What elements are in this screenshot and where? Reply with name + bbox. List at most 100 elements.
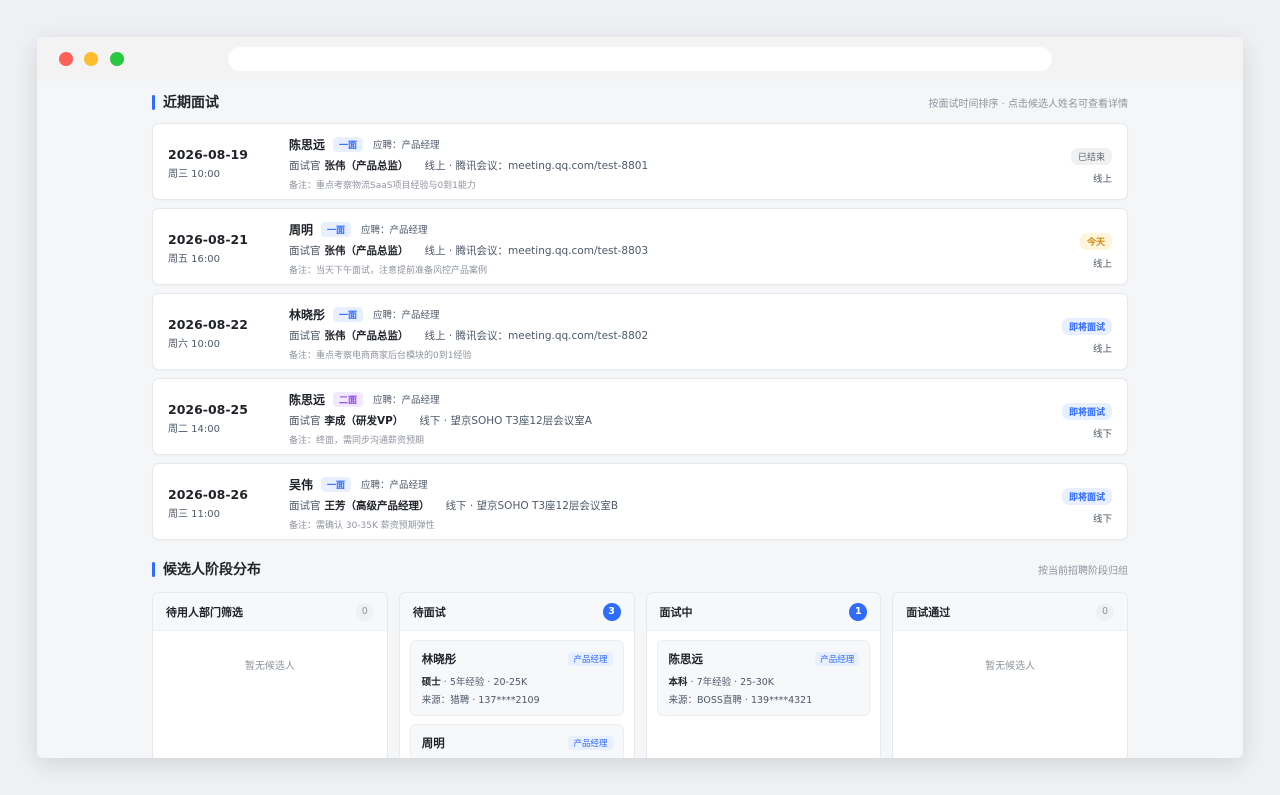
interview-datetime: 2026-08-22 周六 10:00	[168, 317, 248, 350]
stage-column-header: 待用人部门筛选 0	[153, 593, 387, 631]
stage-column: 待面试 3 林晓彤 产品经理 硕士 · 5年经验 · 20-25K 来源：猎聘 · 137…	[398, 592, 635, 758]
position-tag: 产品经理	[568, 736, 613, 750]
stage-column-title: 面试中	[659, 605, 693, 619]
interview-datetime: 2026-08-21 周五 16:00	[168, 232, 248, 265]
candidate-degree: 硕士	[421, 677, 441, 688]
interview-time: 周三 10:00	[168, 169, 220, 180]
interview-status-area: 即将面试 线下	[1061, 485, 1112, 525]
interview-candidate-row: 陈思远 二面 应聘：产品经理	[289, 391, 1029, 407]
interviewer-label: 面试官	[289, 159, 321, 172]
empty-state-text: 暂无候选人	[985, 661, 1036, 672]
stage-column-title: 面试通过	[906, 605, 951, 619]
stage-column-title: 待面试	[412, 605, 446, 619]
interview-datetime: 2026-08-25 周二 14:00	[168, 402, 248, 435]
interview-time: 周六 10:00	[168, 339, 220, 350]
stage-column: 待用人部门筛选 0 暂无候选人	[152, 592, 388, 758]
interview-details: 吴伟 一面 应聘：产品经理 面试官 王芳（高级产品经理） 线下 · 望京SOHO T3座1…	[289, 476, 1029, 531]
interview-status-area: 已结束线上	[1070, 145, 1112, 185]
candidate-experience: · 5年经验 · 20-25K	[440, 677, 528, 688]
stage-board: 待用人部门筛选 0 暂无候选人 待面试 3 林晓彤 产品经理 硕士 · 5年经验 · 20-2…	[152, 592, 1128, 758]
interview-note: 备注：重点考察电商商家后台模块的0到1经验	[289, 351, 472, 361]
interview-date: 2026-08-26	[168, 487, 248, 502]
candidate-name-link[interactable]: 林晓彤	[289, 306, 325, 323]
candidate-degree: 本科	[668, 677, 688, 688]
interview-card[interactable]: 2026-08-19 周三 10:00 陈思远 一面 应聘：产品经理 面试官 张伟（产品总监…	[152, 123, 1128, 200]
interviewer-label: 面试官	[289, 499, 321, 512]
interviews-section-header: 近期面试 按面试时间排序 · 点击候选人姓名可查看详情	[152, 81, 1128, 123]
interview-candidate-row: 周明 一面 应聘：产品经理	[289, 221, 1029, 237]
applied-position: 应聘：产品经理	[361, 480, 428, 491]
candidate-summary: 硕士 · 5年经验 · 20-25K	[422, 674, 612, 688]
interview-mode: 线上	[1092, 174, 1112, 185]
interview-time: 周二 14:00	[168, 424, 220, 435]
candidate-card[interactable]: 林晓彤 产品经理 硕士 · 5年经验 · 20-25K 来源：猎聘 · 137****…	[409, 640, 624, 716]
round-tag: 一面	[333, 136, 364, 152]
status-badge: 今天	[1079, 233, 1112, 250]
interviewer-row: 面试官 王芳（高级产品经理） 线下 · 望京SOHO T3座12层会议室B	[289, 498, 1029, 512]
interview-note: 备注：重点考察物流SaaS项目经验与0到1能力	[289, 181, 476, 191]
candidate-name-link[interactable]: 陈思远	[289, 136, 325, 153]
interview-location: 线上 · 腾讯会议：meeting.qq.com/test-8802	[424, 329, 649, 342]
interview-status-area: 即将面试线上	[1061, 315, 1112, 355]
interviewer-name: 张伟（产品总监）	[324, 329, 409, 342]
interview-details: 周明 一面 应聘：产品经理 面试官 张伟（产品总监） 线上 · 腾讯会议：meeting.…	[289, 221, 1029, 276]
maximize-window-button[interactable]	[110, 52, 124, 66]
status-badge: 已结束	[1070, 148, 1112, 165]
interviewer-name: 王芳（高级产品经理）	[324, 499, 430, 512]
pipeline-section-header: 候选人阶段分布 按当前招聘阶段归组	[152, 548, 1128, 590]
interviewer-label: 面试官	[289, 244, 321, 257]
minimize-window-button[interactable]	[84, 52, 98, 66]
interview-status-area: 即将面试线下	[1061, 400, 1112, 440]
interview-card[interactable]: 2026-08-21 周五 16:00 周明 一面 应聘：产品经理 面试官 张伟（产品总监）…	[152, 208, 1128, 285]
interview-details: 陈思远 二面 应聘：产品经理 面试官 李成（研发VP） 线下 · 望京SOHO T3座12…	[289, 391, 1029, 446]
candidate-card[interactable]: 周明 产品经理	[409, 724, 624, 758]
position-tag: 产品经理	[815, 652, 860, 666]
main-content: 近期面试 按面试时间排序 · 点击候选人姓名可查看详情 2026-08-19 周三…	[152, 81, 1128, 758]
interview-date: 2026-08-22	[168, 317, 248, 332]
browser-window: 近期面试 按面试时间排序 · 点击候选人姓名可查看详情 2026-08-19 周三…	[37, 37, 1243, 758]
interview-mode: 线上	[1092, 344, 1112, 355]
close-window-button[interactable]	[59, 52, 73, 66]
interview-date: 2026-08-19	[168, 147, 248, 162]
stage-column-body: 陈思远 产品经理 本科 · 7年经验 · 25-30K 来源：BOSS直聘 · 139…	[647, 631, 881, 733]
interview-card[interactable]: 2026-08-25 周二 14:00 陈思远 二面 应聘：产品经理 面试官 李成（研发VP…	[152, 378, 1128, 455]
interview-date: 2026-08-21	[168, 232, 248, 247]
interviews-section-hint: 按面试时间排序 · 点击候选人姓名可查看详情	[928, 98, 1128, 110]
interview-datetime: 2026-08-26 周三 11:00	[168, 487, 248, 520]
stage-column-header: 面试通过 0	[893, 593, 1127, 631]
pipeline-title-wrap: 候选人阶段分布	[152, 559, 261, 579]
candidate-summary: 本科 · 7年经验 · 25-30K	[669, 674, 859, 688]
applied-position: 应聘：产品经理	[361, 225, 428, 236]
interview-mode: 线下	[1092, 429, 1112, 440]
interviewer-name: 张伟（产品总监）	[324, 159, 409, 172]
position-tag: 产品经理	[568, 652, 613, 666]
interview-location: 线上 · 腾讯会议：meeting.qq.com/test-8801	[424, 159, 649, 172]
stage-column-header: 待面试 3	[399, 593, 634, 631]
stage-column: 面试通过 0 暂无候选人	[892, 592, 1128, 758]
applied-position: 应聘：产品经理	[373, 395, 440, 406]
round-tag: 二面	[333, 391, 364, 407]
candidate-name-link[interactable]: 陈思远	[289, 391, 325, 408]
status-badge: 即将面试	[1061, 403, 1112, 420]
interview-date: 2026-08-25	[168, 402, 248, 417]
interviews-title-wrap: 近期面试	[152, 92, 219, 112]
interviews-section-title: 近期面试	[163, 95, 219, 111]
candidate-card[interactable]: 陈思远 产品经理 本科 · 7年经验 · 25-30K 来源：BOSS直聘 · 139…	[656, 640, 871, 716]
candidate-name-link[interactable]: 吴伟	[289, 476, 313, 493]
stage-column-header: 面试中 1	[646, 593, 881, 631]
interview-candidate-row: 陈思远 一面 应聘：产品经理	[289, 136, 1029, 152]
address-bar[interactable]	[228, 47, 1052, 71]
applied-position: 应聘：产品经理	[373, 140, 440, 151]
interview-location: 线上 · 腾讯会议：meeting.qq.com/test-8803	[424, 244, 649, 257]
pipeline-section-hint: 按当前招聘阶段归组	[1038, 565, 1128, 577]
interview-mode: 线下	[1092, 514, 1112, 525]
interview-note: 备注：当天下午面试，注意提前准备风控产品案例	[289, 266, 488, 276]
interview-card[interactable]: 2026-08-26 周三 11:00 吴伟 一面 应聘：产品经理 面试官 王芳（高级产品经…	[152, 463, 1128, 540]
candidate-name-link[interactable]: 周明	[289, 221, 313, 238]
interview-time: 周五 16:00	[168, 254, 220, 265]
interview-card[interactable]: 2026-08-22 周六 10:00 林晓彤 一面 应聘：产品经理 面试官 张伟（产品总监…	[152, 293, 1128, 370]
interviewer-row: 面试官 张伟（产品总监） 线上 · 腾讯会议：meeting.qq.com/test…	[289, 243, 1029, 257]
interview-note: 备注：终面，需同步沟通薪资预期	[289, 436, 425, 446]
interview-status-area: 今天 线上	[1079, 230, 1112, 270]
status-badge: 即将面试	[1061, 318, 1112, 335]
